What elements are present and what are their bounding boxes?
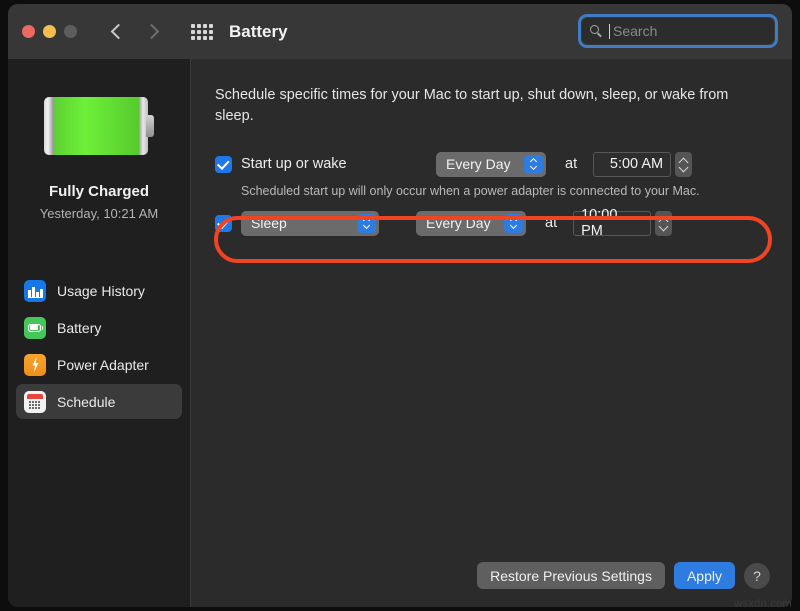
window-titlebar: Battery Search — [8, 4, 792, 59]
main-content: Schedule specific times for your Mac to … — [191, 59, 792, 607]
window-title: Battery — [229, 21, 288, 41]
sleep-action-value: Sleep — [251, 215, 287, 232]
search-input[interactable]: Search — [582, 18, 774, 44]
traffic-light-group — [22, 25, 77, 38]
sleep-action-popup[interactable]: Sleep — [241, 210, 379, 236]
startup-label: Start up or wake — [241, 156, 347, 173]
zoom-button[interactable] — [64, 25, 77, 38]
help-button[interactable]: ? — [744, 562, 770, 589]
sleep-time-value: 10:00 PM — [581, 207, 618, 240]
back-button[interactable] — [110, 23, 127, 40]
schedule-description: Schedule specific times for your Mac to … — [215, 87, 729, 125]
startup-day-value: Every Day — [446, 156, 511, 173]
startup-at-label: at — [565, 156, 578, 173]
chevron-updown-icon — [504, 213, 523, 233]
battery-illustration — [44, 97, 154, 155]
show-all-grid-icon[interactable] — [191, 23, 213, 40]
startup-hint-text: Scheduled start up will only occur when … — [241, 184, 700, 199]
forward-button[interactable] — [143, 23, 160, 40]
startup-time-field[interactable]: 5:00 AM — [593, 151, 672, 177]
minimize-button[interactable] — [43, 25, 56, 38]
startup-time-stepper[interactable] — [675, 151, 693, 177]
sidebar-item-label: Battery — [57, 319, 102, 336]
startup-checkbox[interactable] — [215, 155, 232, 173]
sidebar-item-battery[interactable]: Battery — [16, 310, 182, 345]
text-caret — [609, 23, 610, 39]
restore-previous-settings-button[interactable]: Restore Previous Settings — [477, 562, 665, 589]
window-body: Fully Charged Yesterday, 10:21 AM Usage … — [8, 59, 792, 607]
footer-button-bar: Restore Previous Settings Apply ? — [477, 562, 770, 589]
startup-schedule-row: Start up or wake Every Day at 5:00 AM — [215, 151, 770, 177]
chevron-updown-icon — [357, 213, 376, 233]
sidebar-item-usage-history[interactable]: Usage History — [16, 273, 182, 308]
search-icon — [590, 24, 603, 38]
sidebar-item-label: Usage History — [57, 282, 145, 299]
sidebar-nav-list: Usage History Battery Power Adapter Sche… — [8, 273, 190, 419]
chevron-right-icon — [143, 23, 160, 40]
search-field-container[interactable]: Search — [578, 14, 778, 48]
sleep-time-stepper[interactable] — [655, 210, 673, 236]
sleep-at-label: at — [545, 215, 558, 232]
sleep-day-value: Every Day — [426, 215, 491, 232]
sleep-schedule-row: Sleep Every Day at 10:00 PM — [215, 207, 770, 239]
battery-preferences-window: Battery Search Fully Charged Yesterday, … — [8, 4, 792, 607]
sidebar-item-power-adapter[interactable]: Power Adapter — [16, 347, 182, 382]
sleep-time-field[interactable]: 10:00 PM — [573, 207, 652, 239]
sleep-day-popup[interactable]: Every Day — [416, 210, 526, 236]
sleep-checkbox[interactable] — [215, 214, 232, 232]
power-adapter-icon — [24, 353, 46, 376]
chevron-updown-icon — [524, 154, 543, 174]
startup-time-value: 5:00 AM — [609, 156, 664, 173]
close-button[interactable] — [22, 25, 35, 38]
chevron-left-icon — [110, 23, 127, 40]
startup-day-popup[interactable]: Every Day — [436, 151, 546, 177]
battery-icon — [24, 316, 46, 339]
apply-button[interactable]: Apply — [673, 562, 735, 589]
usage-history-icon — [24, 279, 46, 302]
navigation-arrows — [110, 23, 160, 40]
sidebar-item-schedule[interactable]: Schedule — [16, 384, 182, 419]
watermark: wsxdn.com — [734, 598, 792, 610]
sidebar: Fully Charged Yesterday, 10:21 AM Usage … — [8, 59, 191, 607]
sidebar-item-label: Schedule — [57, 393, 116, 410]
search-placeholder: Search — [613, 23, 658, 39]
battery-substatus-label: Yesterday, 10:21 AM — [39, 206, 159, 221]
battery-status-label: Fully Charged — [48, 183, 149, 200]
schedule-icon — [24, 390, 46, 413]
sidebar-item-label: Power Adapter — [57, 356, 149, 373]
